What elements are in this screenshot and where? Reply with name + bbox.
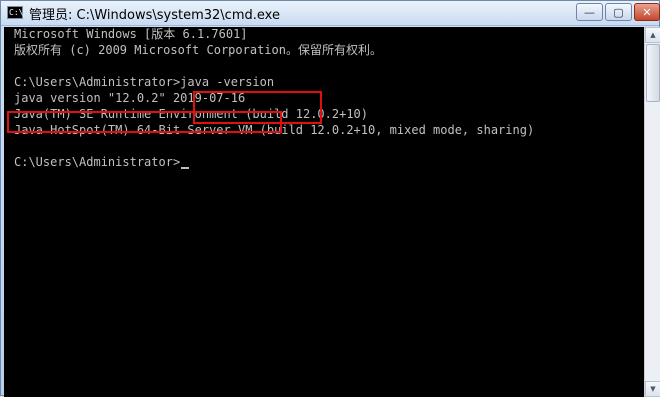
cmd-icon[interactable]: C:\ [7, 6, 23, 19]
text-cursor [181, 167, 190, 169]
console-prompt-line[interactable]: C:\Users\Administrator> [14, 155, 190, 169]
console-line: 版权所有 (c) 2009 Microsoft Corporation。保留所有… [14, 43, 382, 57]
arrow-up-icon[interactable]: ▲ [645, 27, 660, 43]
arrow-down-icon[interactable]: ▼ [645, 381, 660, 397]
console-output[interactable]: Microsoft Windows [版本 6.1.7601] 版权所有 (c)… [4, 27, 644, 397]
maximize-button[interactable]: ▢ [605, 3, 632, 21]
scrollbar-thumb[interactable] [646, 44, 660, 102]
highlight-version-box [7, 111, 282, 133]
window-title: 管理员: C:\Windows\system32\cmd.exe [29, 8, 280, 23]
title-bar[interactable]: C:\ 管理员: C:\Windows\system32\cmd.exe — ▢… [1, 1, 660, 26]
close-button[interactable]: ✕ [634, 3, 660, 21]
console-prompt: C:\Users\Administrator> [14, 155, 181, 169]
cmd-window: C:\ 管理员: C:\Windows\system32\cmd.exe — ▢… [0, 0, 660, 397]
vertical-scrollbar[interactable]: ▲ ▼ [644, 27, 660, 397]
console-line: C:\Users\Administrator>java -version [14, 75, 275, 89]
console-line: Microsoft Windows [版本 6.1.7601] [14, 27, 248, 41]
minimize-button[interactable]: — [576, 3, 603, 21]
